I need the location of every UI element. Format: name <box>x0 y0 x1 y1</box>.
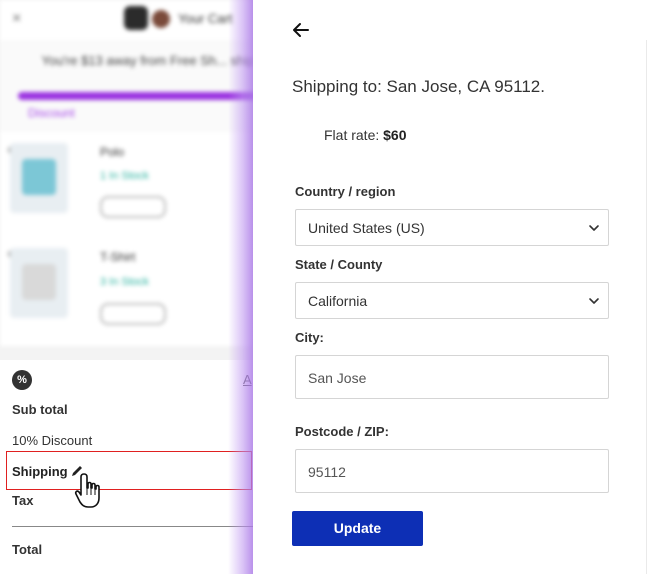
country-select[interactable]: United States (US) <box>295 209 609 246</box>
shirt-image <box>22 264 56 300</box>
discount-label: 10% Discount <box>12 433 93 448</box>
stock-status: 1 In Stock <box>100 170 149 182</box>
stock-status: 3 In Stock <box>100 276 149 288</box>
cart-title: Your Cart <box>178 11 233 26</box>
postcode-input[interactable]: 95112 <box>295 449 609 493</box>
shipping-calculator-panel: Shipping to: San Jose, CA 95112. Flat ra… <box>253 0 653 574</box>
cart-blurred-area: × Your Cart You're $13 away from Free Sh… <box>0 0 253 360</box>
cart-header: × Your Cart <box>0 0 253 40</box>
city-input-value: San Jose <box>308 370 367 386</box>
chevron-down-icon <box>589 225 599 231</box>
shirt-image <box>22 159 56 195</box>
postcode-label: Postcode / ZIP: <box>295 424 389 439</box>
flat-rate-value: $60 <box>383 127 407 143</box>
postcode-input-value: 95112 <box>308 464 346 480</box>
discount-link[interactable]: Discount <box>28 106 75 120</box>
product-name[interactable]: T-Shirt <box>100 250 135 264</box>
quantity-stepper[interactable] <box>100 196 166 218</box>
city-input[interactable]: San Jose <box>295 355 609 399</box>
state-label: State / County <box>295 257 383 272</box>
product-name[interactable]: Polo <box>100 145 124 159</box>
cart-count-badge <box>152 10 170 28</box>
country-label: Country / region <box>295 184 396 199</box>
panel-right-border <box>646 40 647 574</box>
tax-label: Tax <box>12 493 34 508</box>
shipping-label[interactable]: Shipping <box>12 464 68 479</box>
product-thumbnail[interactable] <box>10 143 68 213</box>
cart-bag-icon <box>124 6 148 30</box>
free-shipping-notice: You're $13 away from Free Sh... ship <box>41 53 253 68</box>
chevron-down-icon <box>589 298 599 304</box>
flat-rate-label: Flat rate: <box>324 127 380 143</box>
free-shipping-progress-bar <box>18 92 253 100</box>
close-icon[interactable]: × <box>12 10 21 28</box>
summary-divider <box>12 526 253 527</box>
cart-summary: % A Sub total 10% Discount Shipping Tax … <box>0 360 253 574</box>
coupon-percent-icon: % <box>12 370 32 390</box>
apply-coupon-link[interactable]: A <box>243 372 252 387</box>
state-select[interactable]: California <box>295 282 609 319</box>
back-arrow-icon[interactable] <box>291 20 311 40</box>
city-label: City: <box>295 330 324 345</box>
country-select-value: United States (US) <box>308 220 425 236</box>
hand-pointer-cursor-icon <box>74 473 100 508</box>
flat-rate-line: Flat rate: $60 <box>324 127 407 143</box>
update-button[interactable]: Update <box>292 511 423 546</box>
cart-panel: × Your Cart You're $13 away from Free Sh… <box>0 0 253 574</box>
subtotal-label: Sub total <box>12 402 68 417</box>
quantity-stepper[interactable] <box>100 303 166 325</box>
state-select-value: California <box>308 293 368 309</box>
total-label: Total <box>12 542 43 557</box>
shipping-destination: Shipping to: San Jose, CA 95112. <box>292 77 545 96</box>
product-thumbnail[interactable] <box>10 248 68 318</box>
